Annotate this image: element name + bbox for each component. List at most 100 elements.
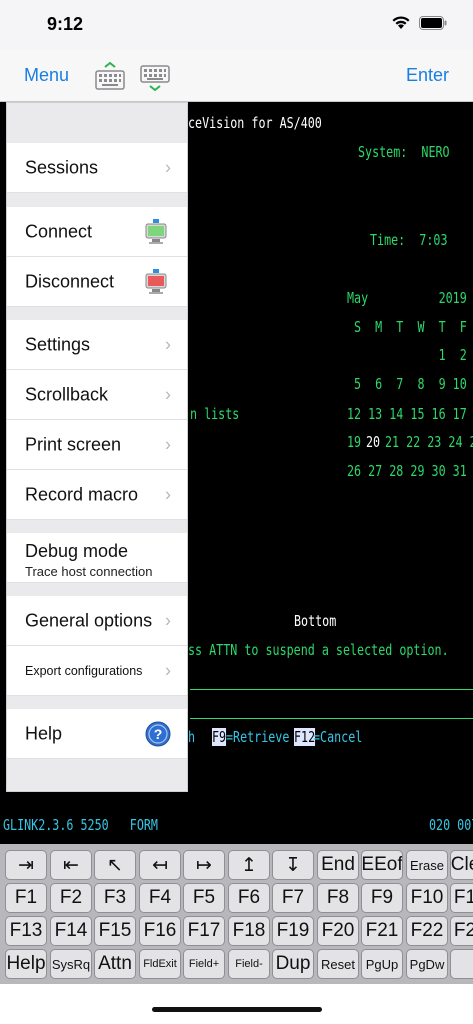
terminal-system: System: NERO [358,143,450,161]
key-row4-4[interactable]: Field+ [183,949,225,979]
menu-item-record-macro[interactable]: Record macro › [7,470,187,520]
key-row1-10[interactable]: Cle [450,850,473,880]
key-row4-5[interactable]: Field- [228,949,270,979]
key-row1-3[interactable]: ↤ [139,850,181,880]
home-indicator [152,1007,322,1012]
svg-text:?: ? [154,726,163,742]
key-row3-5[interactable]: F18 [228,916,270,946]
key-row3-9[interactable]: F22 [406,916,448,946]
status-bar: 9:12 [0,0,473,50]
help-icon: ? [145,721,171,747]
key-row3-3[interactable]: F16 [139,916,181,946]
key-row2-7[interactable]: F8 [317,883,359,913]
calendar-week-4-end: 21 22 23 24 25 [385,433,473,451]
key-row1-5[interactable]: ↥ [228,850,270,880]
keyboard-hide-icon[interactable] [139,60,171,94]
key-row4-10[interactable] [450,949,473,979]
menu-item-label: Disconnect [25,271,115,291]
key-row4-9[interactable]: PgDw [406,949,448,979]
key-row3-4[interactable]: F17 [183,916,225,946]
key-row3-0[interactable]: F13 [5,916,47,946]
menu-item-label: General options [25,610,153,630]
menu-item-debug-mode[interactable]: Debug mode Trace host connection [7,533,187,583]
key-row4-7[interactable]: Reset [317,949,359,979]
wifi-icon [392,16,410,29]
menu-item-label: Print screen [25,434,122,454]
menu-button[interactable]: Menu [24,65,69,86]
menu-item-label: Record macro [25,484,139,504]
enter-button[interactable]: Enter [406,65,449,86]
key-row1-0[interactable]: ⇥ [5,850,47,880]
menu-item-label: Sessions [25,157,99,177]
key-row3-10[interactable]: F2 [450,916,473,946]
cancel-label: =Cancel [313,728,363,746]
calendar-week-4-start: 19 [347,433,362,451]
terminal-attn-message: ss ATTN to suspend a selected option. [188,641,449,659]
key-row3-2[interactable]: F15 [94,916,136,946]
status-line-left: GLINK2.3.6 5250 FORM [3,816,158,834]
calendar-weekdays: S M T W T F S [354,318,467,336]
key-row4-8[interactable]: PgUp [361,949,403,979]
terminal-divider-1 [190,689,473,690]
chevron-right-icon: › [165,660,171,680]
key-row2-2[interactable]: F3 [94,883,136,913]
chevron-right-icon: › [165,384,171,404]
key-row1-2[interactable]: ↖ [94,850,136,880]
disconnect-icon [145,269,167,294]
key-row2-5[interactable]: F6 [228,883,270,913]
key-row2-4[interactable]: F5 [183,883,225,913]
key-row4-1[interactable]: SysRq [50,949,92,979]
key-row2-9[interactable]: F10 [406,883,448,913]
calendar-week-3: 12 13 14 15 16 17 18 [347,405,467,423]
key-row2-6[interactable]: F7 [272,883,314,913]
key-row2-0[interactable]: F1 [5,883,47,913]
chevron-right-icon: › [165,157,171,177]
menu-item-print-screen[interactable]: Print screen › [7,420,187,470]
key-row1-1[interactable]: ⇤ [50,850,92,880]
calendar-week-1: 1 2 3 4 [438,346,467,364]
menu-item-general-options[interactable]: General options › [7,596,187,646]
chevron-right-icon: › [165,610,171,630]
key-row2-10[interactable]: F1 [450,883,473,913]
terminal-bottom: Bottom [294,612,337,630]
key-row1-9[interactable]: Erase [406,850,448,880]
key-row3-7[interactable]: F20 [317,916,359,946]
menu-item-label: Export configurations [25,663,143,678]
key-row1-6[interactable]: ↧ [272,850,314,880]
menu-item-disconnect[interactable]: Disconnect [7,257,187,307]
key-row1-4[interactable]: ↦ [183,850,225,880]
key-row3-6[interactable]: F19 [272,916,314,946]
chevron-right-icon: › [165,434,171,454]
menu-item-export-configurations[interactable]: Export configurations › [7,646,187,696]
menu-item-scrollback[interactable]: Scrollback › [7,370,187,420]
key-row2-1[interactable]: F2 [50,883,92,913]
menu-item-help[interactable]: Help ? [7,709,187,759]
f9-key-label[interactable]: F9 [212,728,227,746]
calendar-week-5: 26 27 28 29 30 31 [347,462,467,480]
key-row4-6[interactable]: Dup [272,949,314,979]
key-row3-1[interactable]: F14 [50,916,92,946]
calendar-month: May 2019 [347,289,467,307]
key-row3-8[interactable]: F21 [361,916,403,946]
menu-item-sessions[interactable]: Sessions › [7,143,187,193]
key-row4-0[interactable]: Help [5,949,47,979]
key-row4-3[interactable]: FldExit [139,949,181,979]
menu-item-settings[interactable]: Settings › [7,320,187,370]
menu-item-label: Scrollback [25,384,109,404]
menu-item-label: Connect [25,221,93,241]
key-row2-8[interactable]: F9 [361,883,403,913]
f12-key-label[interactable]: F12 [294,728,316,746]
calendar-today: 20 [366,433,381,451]
menu-item-sublabel: Trace host connection [25,564,153,579]
terminal-title: ceVision for AS/400 [188,114,322,132]
key-row1-7[interactable]: End [317,850,359,880]
keyboard-show-icon[interactable] [94,60,126,94]
key-row4-2[interactable]: Attn [94,949,136,979]
chevron-right-icon: › [165,484,171,504]
menu-item-connect[interactable]: Connect [7,207,187,257]
terminal-h: h [188,728,196,746]
battery-icon [419,15,447,30]
key-row1-8[interactable]: EEof [361,850,403,880]
key-row2-3[interactable]: F4 [139,883,181,913]
status-time: 9:12 [47,14,84,34]
